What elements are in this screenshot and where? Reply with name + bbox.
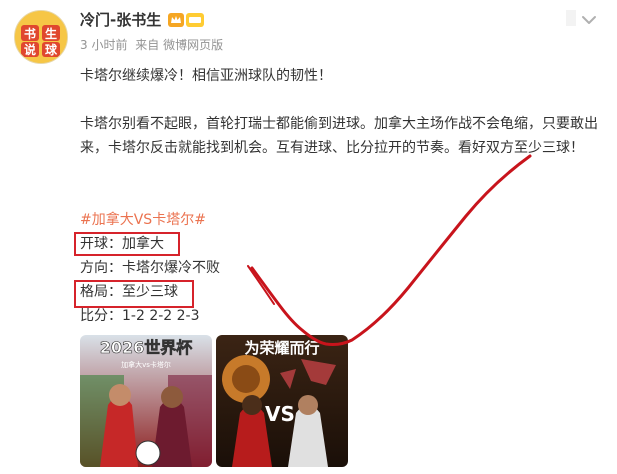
post-meta: 3 小时前 来自 微博网页版	[80, 37, 227, 53]
vs-label: VS	[265, 402, 295, 426]
author-avatar[interactable]: 书 生 说 球	[14, 10, 68, 64]
hashtag-link[interactable]: #加拿大VS卡塔尔#	[80, 208, 206, 232]
direction-line: 方向：卡塔尔爆冷不败	[80, 260, 220, 276]
poster-1-subtitle: 加拿大vs卡塔尔	[121, 360, 171, 369]
chevron-down-icon[interactable]	[577, 8, 601, 32]
post-image-2[interactable]: VS 为荣耀而行	[216, 335, 348, 467]
poster-2-title: 为荣耀而行	[244, 339, 319, 357]
redacted-block	[566, 10, 576, 26]
svg-text:球: 球	[45, 42, 58, 57]
highlight-box-kickoff	[74, 232, 180, 256]
level-badge-icon	[186, 13, 204, 27]
post-time[interactable]: 3 小时前	[80, 38, 127, 52]
post-source: 来自 微博网页版	[135, 38, 224, 52]
match-poster-image: 2026世界杯 加拿大vs卡塔尔	[80, 335, 212, 467]
svg-text:生: 生	[45, 26, 57, 41]
svg-text:说: 说	[24, 42, 36, 57]
author-name[interactable]: 冷门-张书生	[80, 10, 161, 30]
highlight-box-pattern	[74, 280, 194, 308]
post-paragraph-1: 卡塔尔继续爆冷！相信亚洲球队的韧性！	[80, 68, 332, 84]
lion-eagle-poster-image: VS 为荣耀而行	[216, 335, 348, 467]
post-image-1[interactable]: 2026世界杯 加拿大vs卡塔尔	[80, 335, 212, 467]
svg-text:书: 书	[24, 26, 36, 41]
post-paragraph-2: 卡塔尔别看不起眼，首轮打瑞士都能偷到进球。加拿大主场作战不会龟缩，只要敢出来，卡…	[80, 116, 598, 156]
crown-badge-icon	[168, 13, 184, 27]
poster-1-title: 2026世界杯	[100, 338, 194, 357]
author-avatar-logo: 书 生 说 球	[15, 11, 67, 63]
vip-badge[interactable]	[168, 12, 204, 28]
